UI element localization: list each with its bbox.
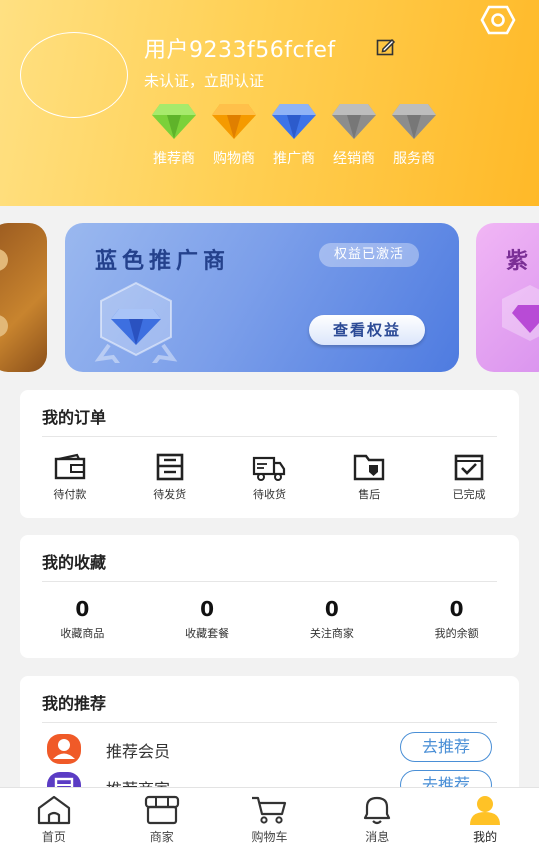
home-icon [37,795,70,825]
package-icon [156,453,183,481]
username: 用户9233f56fcfef [144,38,336,63]
level-promoter[interactable]: 推广商 [264,102,324,168]
settings-icon[interactable] [480,4,516,36]
tab-cart[interactable]: 购物车 [216,788,324,848]
my-balance[interactable]: 0 我的余额 [394,597,519,641]
favorites-section: 我的收藏 0 收藏商品 0 收藏套餐 0 关注商家 0 我的余额 [20,535,519,658]
diamond-medal-icon [94,281,178,363]
view-benefits-button[interactable]: 查看权益 [309,315,425,345]
truck-icon [253,456,286,481]
bottom-tab-bar: 首页 商家 购物车 消息 我的 [0,787,539,848]
member-icon [47,734,81,764]
green-diamond-icon [152,104,196,139]
store-icon [144,795,179,825]
orange-diamond-icon [212,104,256,139]
after-sales-icon [354,454,385,481]
level-dealer[interactable]: 经销商 [324,102,384,168]
tab-mine[interactable]: 我的 [431,788,539,848]
gray-diamond-icon [332,104,376,139]
level-service[interactable]: 服务商 [384,102,444,168]
followed-merchants[interactable]: 0 关注商家 [270,597,395,641]
prev-level-card[interactable] [0,223,47,372]
purple-diamond-icon [502,285,539,341]
tab-messages[interactable]: 消息 [323,788,431,848]
check-icon [454,454,484,481]
section-title: 我的订单 [42,408,107,427]
order-completed[interactable]: 已完成 [419,452,519,502]
blue-diamond-icon [272,104,316,139]
level-shopper[interactable]: 购物商 [204,102,264,168]
order-after-sales[interactable]: 售后 [319,452,419,502]
level-badges: 推荐商 购物商 推广商 经销商 服务商 [144,102,444,168]
recommend-member-button[interactable]: 去推荐 [400,732,492,762]
tab-merchants[interactable]: 商家 [108,788,216,848]
fav-packages[interactable]: 0 收藏套餐 [145,597,270,641]
gray-diamond-icon [392,104,436,139]
wallet-icon [54,453,86,480]
fav-products[interactable]: 0 收藏商品 [20,597,145,641]
order-pending-receipt[interactable]: 待收货 [220,452,320,502]
cart-icon [252,796,287,824]
next-card-title: 紫 [506,249,529,274]
next-level-card[interactable]: 紫 [476,223,539,372]
verify-link[interactable]: 未认证，立即认证 [144,70,264,91]
section-title: 我的收藏 [42,553,107,572]
order-pending-shipment[interactable]: 待发货 [120,452,220,502]
orders-section: 我的订单 待付款 待发货 待收货 售后 已完成 [20,390,519,518]
section-title: 我的推荐 [42,694,107,713]
edit-icon[interactable] [376,37,396,57]
profile-header: 用户9233f56fcfef 未认证，立即认证 推荐商 购物商 推广商 经销商 … [0,0,539,206]
level-card-blue[interactable]: 蓝色推广商 权益已激活 查看权益 [65,223,459,372]
status-badge: 权益已激活 [319,243,419,267]
level-recommender[interactable]: 推荐商 [144,102,204,168]
bell-icon [364,796,391,825]
user-icon [470,796,501,825]
card-title: 蓝色推广商 [95,249,231,274]
order-pending-payment[interactable]: 待付款 [20,452,120,502]
avatar[interactable] [20,32,128,118]
tab-home[interactable]: 首页 [0,788,108,848]
recommend-member-row: 推荐会员 去推荐 [46,732,494,766]
